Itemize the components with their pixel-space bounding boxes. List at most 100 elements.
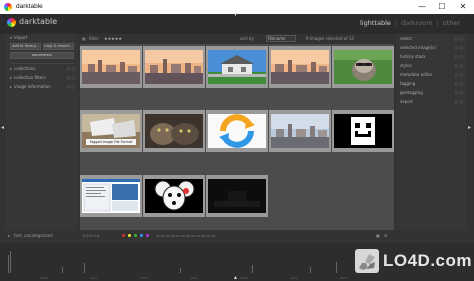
settings-icon[interactable]: ⚙ bbox=[384, 233, 388, 238]
thumbnail-cell[interactable]: Tagged Image File Format bbox=[80, 110, 142, 152]
app-icon bbox=[4, 3, 12, 11]
module-reset-icon[interactable]: ○ ○ bbox=[455, 62, 463, 70]
app-header: ▾ darktable lighttable | darkroom | othe… bbox=[0, 11, 474, 34]
status-label: fast, uncategorized bbox=[14, 233, 53, 238]
timeline-year: 2017 bbox=[90, 276, 98, 280]
view-other[interactable]: other bbox=[443, 19, 460, 27]
expand-icon[interactable]: ▸ bbox=[8, 233, 10, 238]
timeline-year: 2021 bbox=[290, 276, 298, 280]
thumbnail-cell[interactable] bbox=[80, 46, 142, 88]
thumbnail-cell[interactable] bbox=[269, 46, 331, 88]
module-reset-icon[interactable]: ○ ○ bbox=[67, 74, 75, 82]
thumbnail-city-panorama-3[interactable] bbox=[271, 50, 329, 84]
thumbnail-city-panorama-2[interactable] bbox=[145, 50, 203, 84]
darktable-app: ▾ darktable lighttable | darkroom | othe… bbox=[0, 11, 474, 281]
collapse-left-arrow-icon[interactable]: ◂ bbox=[1, 124, 4, 131]
expand-icon: ▸ bbox=[10, 66, 13, 71]
module-reset-icon[interactable]: ○ ○ bbox=[455, 98, 463, 106]
screen-icon[interactable]: ▣ bbox=[376, 233, 380, 238]
view-darkroom[interactable]: darkroom bbox=[401, 19, 432, 27]
copy-import-button[interactable]: copy & import... bbox=[43, 43, 74, 50]
watermark: LO4D.com bbox=[355, 249, 473, 273]
label-purple-icon[interactable] bbox=[146, 234, 149, 237]
label-green-icon[interactable] bbox=[134, 234, 137, 237]
timeline-bar bbox=[62, 267, 63, 273]
module-metadata-editor[interactable]: metadata editor ○ ○ bbox=[396, 71, 466, 79]
module-collections[interactable]: ▸ collections ○ ○ bbox=[6, 65, 78, 73]
thumbnail-pixel-face[interactable] bbox=[334, 114, 392, 148]
lighttable-toolbar: ▦ filter ★★★★★ sort by filename 9 images… bbox=[80, 34, 394, 43]
thumbnail-city-panorama-1[interactable] bbox=[82, 50, 140, 84]
left-panel: ▾ import add to library... copy & import.… bbox=[6, 34, 78, 230]
module-reset-icon[interactable]: ○ ○ bbox=[455, 71, 463, 79]
select-all-icon[interactable]: ▦ bbox=[82, 36, 86, 41]
thumbnail-cell[interactable] bbox=[206, 46, 268, 88]
maximize-button[interactable]: ☐ bbox=[432, 1, 452, 13]
label-blue-icon[interactable] bbox=[140, 234, 143, 237]
timeline-year: 2019 bbox=[190, 276, 198, 280]
module-reset-icon[interactable]: ○ ○ bbox=[67, 65, 75, 73]
layout-icons[interactable]: ▭ ▭ ▭ ▭ ▭ ▭ ▭ ▭ ▭ ▭ ▭ ▭ bbox=[156, 233, 215, 238]
thumbnail-city-panorama-4[interactable] bbox=[271, 114, 329, 148]
module-tagging[interactable]: tagging ○ ○ bbox=[396, 80, 466, 88]
expand-icon: ▸ bbox=[10, 75, 13, 80]
add-to-library-button[interactable]: add to library... bbox=[10, 43, 41, 50]
collapse-bottom-arrow-icon[interactable]: ▴ bbox=[234, 274, 237, 281]
thumbnail-cell[interactable] bbox=[143, 46, 205, 88]
module-history-stack[interactable]: history stack ○ ○ bbox=[396, 53, 466, 61]
view-lighttable[interactable]: lighttable bbox=[360, 19, 391, 27]
module-reset-icon[interactable]: ○ ○ bbox=[455, 44, 463, 52]
rating-stars[interactable]: ☆☆☆☆☆ bbox=[82, 233, 100, 238]
module-styles[interactable]: styles ○ ○ bbox=[396, 62, 466, 70]
thumbnail-cell[interactable] bbox=[206, 110, 268, 152]
timeline-year: 2016 bbox=[40, 276, 48, 280]
close-button[interactable]: ✕ bbox=[453, 1, 473, 13]
thumbnail-cell[interactable] bbox=[269, 110, 331, 152]
module-reset-icon[interactable]: ○ ○ bbox=[455, 80, 463, 88]
module-selected-images[interactable]: selected image[s] ○ ○ bbox=[396, 44, 466, 52]
thumbnail-dark-photo[interactable] bbox=[208, 179, 266, 213]
divider bbox=[10, 63, 74, 64]
thumbnail-cell[interactable] bbox=[332, 46, 394, 88]
collapse-right-arrow-icon[interactable]: ▸ bbox=[468, 124, 471, 131]
thumbnail-caption: Tagged Image File Format bbox=[86, 139, 136, 145]
module-reset-icon[interactable]: ○ ○ bbox=[455, 53, 463, 61]
thumbnail-software-screenshot[interactable] bbox=[82, 179, 140, 213]
thumbnail-cell[interactable] bbox=[206, 175, 268, 217]
thumbnail-cell[interactable] bbox=[143, 175, 205, 217]
rating-filter[interactable]: ★★★★★ bbox=[104, 36, 122, 41]
thumbnail-raccoon[interactable] bbox=[334, 50, 392, 84]
thumbnail-cell[interactable] bbox=[143, 110, 205, 152]
thumbnail-cartoon-mouse[interactable] bbox=[145, 179, 203, 213]
timeline-bar bbox=[180, 268, 181, 273]
thumbnail-cats[interactable] bbox=[145, 114, 203, 148]
module-reset-icon[interactable]: ○ ○ bbox=[455, 35, 463, 43]
thumbnail-tagged-image-file-format[interactable]: Tagged Image File Format bbox=[82, 114, 140, 148]
watermark-text: LO4D.com bbox=[383, 251, 473, 270]
module-image-information[interactable]: ▸ image information ○ ○ bbox=[6, 83, 78, 91]
module-select[interactable]: select ○ ○ bbox=[396, 35, 466, 43]
import-parameters-button[interactable]: parameters bbox=[10, 52, 74, 59]
module-reset-icon[interactable]: ○ ○ bbox=[67, 83, 75, 91]
collapse-top-arrow-icon[interactable]: ▾ bbox=[234, 11, 237, 18]
module-geotagging[interactable]: geotagging ○ ○ bbox=[396, 89, 466, 97]
filter-label: filter bbox=[89, 36, 99, 41]
expand-icon: ▾ bbox=[10, 35, 13, 40]
view-separator: | bbox=[436, 19, 439, 27]
thumbnail-cell[interactable] bbox=[332, 110, 394, 152]
label-red-icon[interactable] bbox=[122, 234, 125, 237]
thumbnail-cell[interactable] bbox=[80, 175, 142, 217]
module-collection-filters[interactable]: ▸ collection filters ○ ○ bbox=[6, 74, 78, 82]
module-export[interactable]: export ○ ○ bbox=[396, 98, 466, 106]
module-import[interactable]: ▾ import bbox=[6, 34, 78, 42]
timeline-bar bbox=[252, 265, 253, 273]
module-reset-icon[interactable]: ○ ○ bbox=[455, 89, 463, 97]
minimize-button[interactable]: — bbox=[412, 1, 432, 13]
thumbnail-sync-arrows-icon[interactable] bbox=[208, 114, 266, 148]
timeline-bar bbox=[8, 255, 9, 273]
thumbnail-house-with-garden[interactable] bbox=[208, 50, 266, 84]
sort-label: sort by bbox=[240, 36, 254, 41]
selection-count: 9 images selected of 15 bbox=[306, 36, 355, 41]
label-yellow-icon[interactable] bbox=[128, 234, 131, 237]
rating-stars[interactable]: ★★★★★ bbox=[104, 36, 122, 41]
